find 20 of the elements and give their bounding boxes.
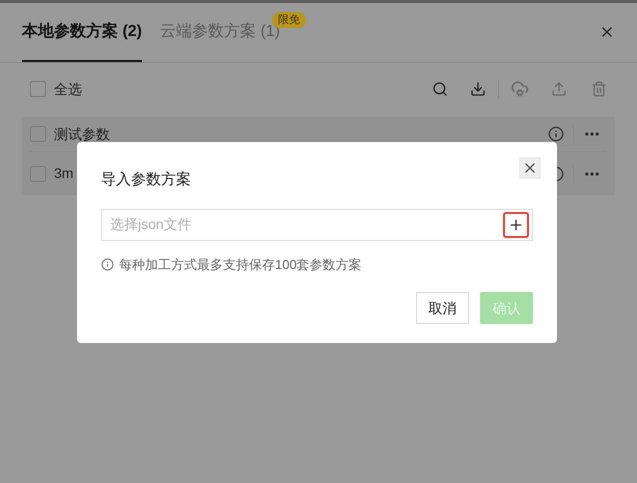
scheme-name[interactable]: 3m (54, 163, 74, 184)
plus-icon (508, 216, 524, 232)
file-input[interactable]: 选择json文件 (110, 214, 503, 235)
limit-note: 每种加工方式最多支持保存100套参数方案 (119, 256, 362, 274)
dialog-title: 导入参数方案 (101, 170, 191, 190)
search-icon[interactable] (432, 81, 448, 97)
checkbox[interactable] (30, 166, 46, 182)
select-all-label: 全选 (54, 80, 82, 98)
promo-badge: 限免 (272, 12, 306, 28)
info-icon[interactable] (548, 126, 564, 142)
add-file-button[interactable] (503, 212, 529, 238)
scheme-name[interactable]: 测试参数 (54, 124, 110, 144)
checkbox[interactable] (30, 126, 46, 142)
download-icon[interactable] (470, 81, 486, 97)
tab[interactable]: 本地参数方案 (2) (22, 20, 142, 62)
close-button[interactable] (519, 157, 541, 179)
checkbox[interactable] (30, 81, 46, 97)
info-icon (101, 258, 114, 271)
cancel-button[interactable]: 取消 (416, 292, 469, 324)
file-field[interactable]: 选择json文件 (101, 208, 533, 240)
